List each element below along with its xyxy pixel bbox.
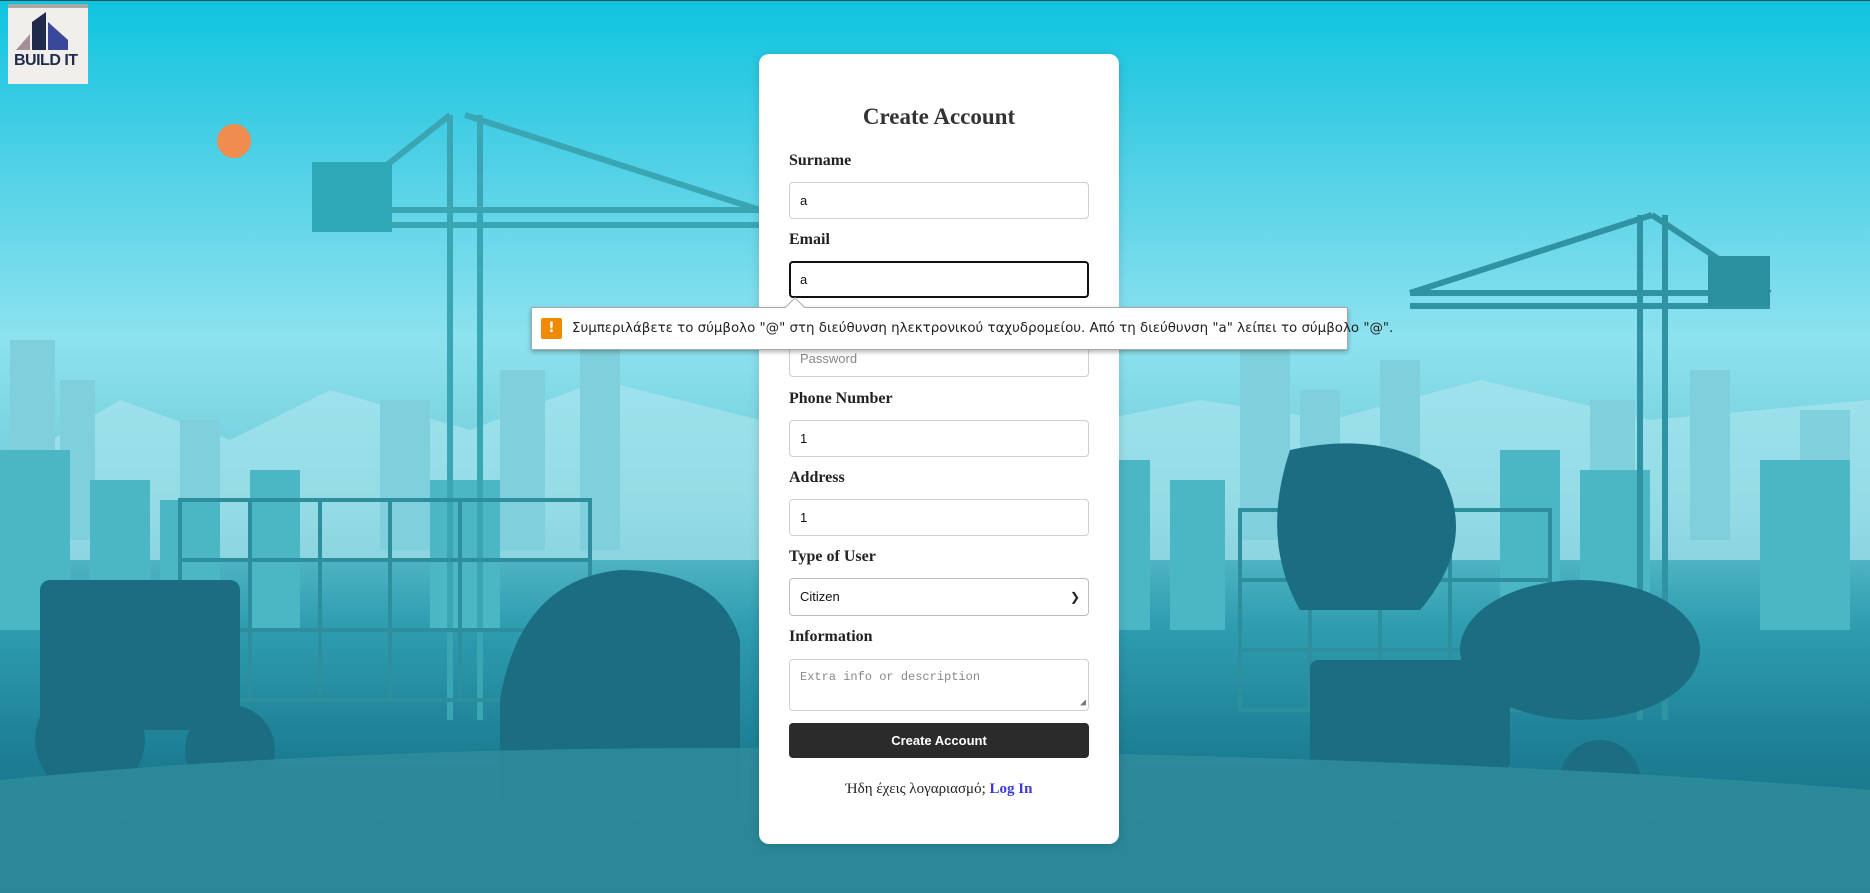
user-type-select[interactable]: Citizen ❯	[789, 578, 1089, 616]
crane-left-counterweight	[312, 162, 392, 232]
email-label: Email	[789, 231, 830, 248]
build-it-logo[interactable]: BUILD IT	[8, 4, 88, 84]
email-input[interactable]: a	[789, 261, 1089, 298]
form-title: Create Account	[862, 104, 1016, 129]
phone-input[interactable]: 1	[789, 420, 1089, 457]
create-account-button[interactable]: Create Account	[789, 723, 1089, 758]
validation-message: Συμπεριλάβετε το σύμβολο "@" στη διεύθυν…	[572, 321, 1394, 336]
sun-shape	[217, 124, 251, 158]
logo-mark-icon	[16, 12, 68, 50]
information-label: Information	[789, 628, 873, 645]
resize-handle-icon[interactable]: ◢	[1080, 697, 1086, 709]
address-input[interactable]: 1	[789, 499, 1089, 536]
information-placeholder: Extra info or description	[800, 670, 981, 684]
login-link[interactable]: Log In	[990, 781, 1033, 797]
create-account-card: Create Account Surname a Email a Passwor…	[759, 54, 1119, 844]
chevron-down-icon: ❯	[1069, 590, 1080, 604]
address-label: Address	[789, 469, 845, 486]
warning-icon: !	[541, 318, 562, 339]
surname-input[interactable]: a	[789, 182, 1089, 219]
surname-label: Surname	[789, 152, 852, 169]
login-prompt: Ήδη έχεις λογαριασμό; Log In	[759, 781, 1119, 798]
phone-label: Phone Number	[789, 390, 893, 407]
login-prompt-text: Ήδη έχεις λογαριασμό;	[845, 781, 986, 797]
email-validation-tooltip: ! Συμπεριλάβετε το σύμβολο "@" στη διεύθ…	[531, 297, 1393, 350]
crane-right-counterweight	[1708, 256, 1770, 306]
user-type-label: Type of User	[789, 548, 876, 565]
user-type-selected: Citizen	[800, 589, 840, 604]
logo-text: BUILD IT	[14, 52, 78, 69]
information-textarea[interactable]: Extra info or description ◢	[789, 659, 1089, 711]
